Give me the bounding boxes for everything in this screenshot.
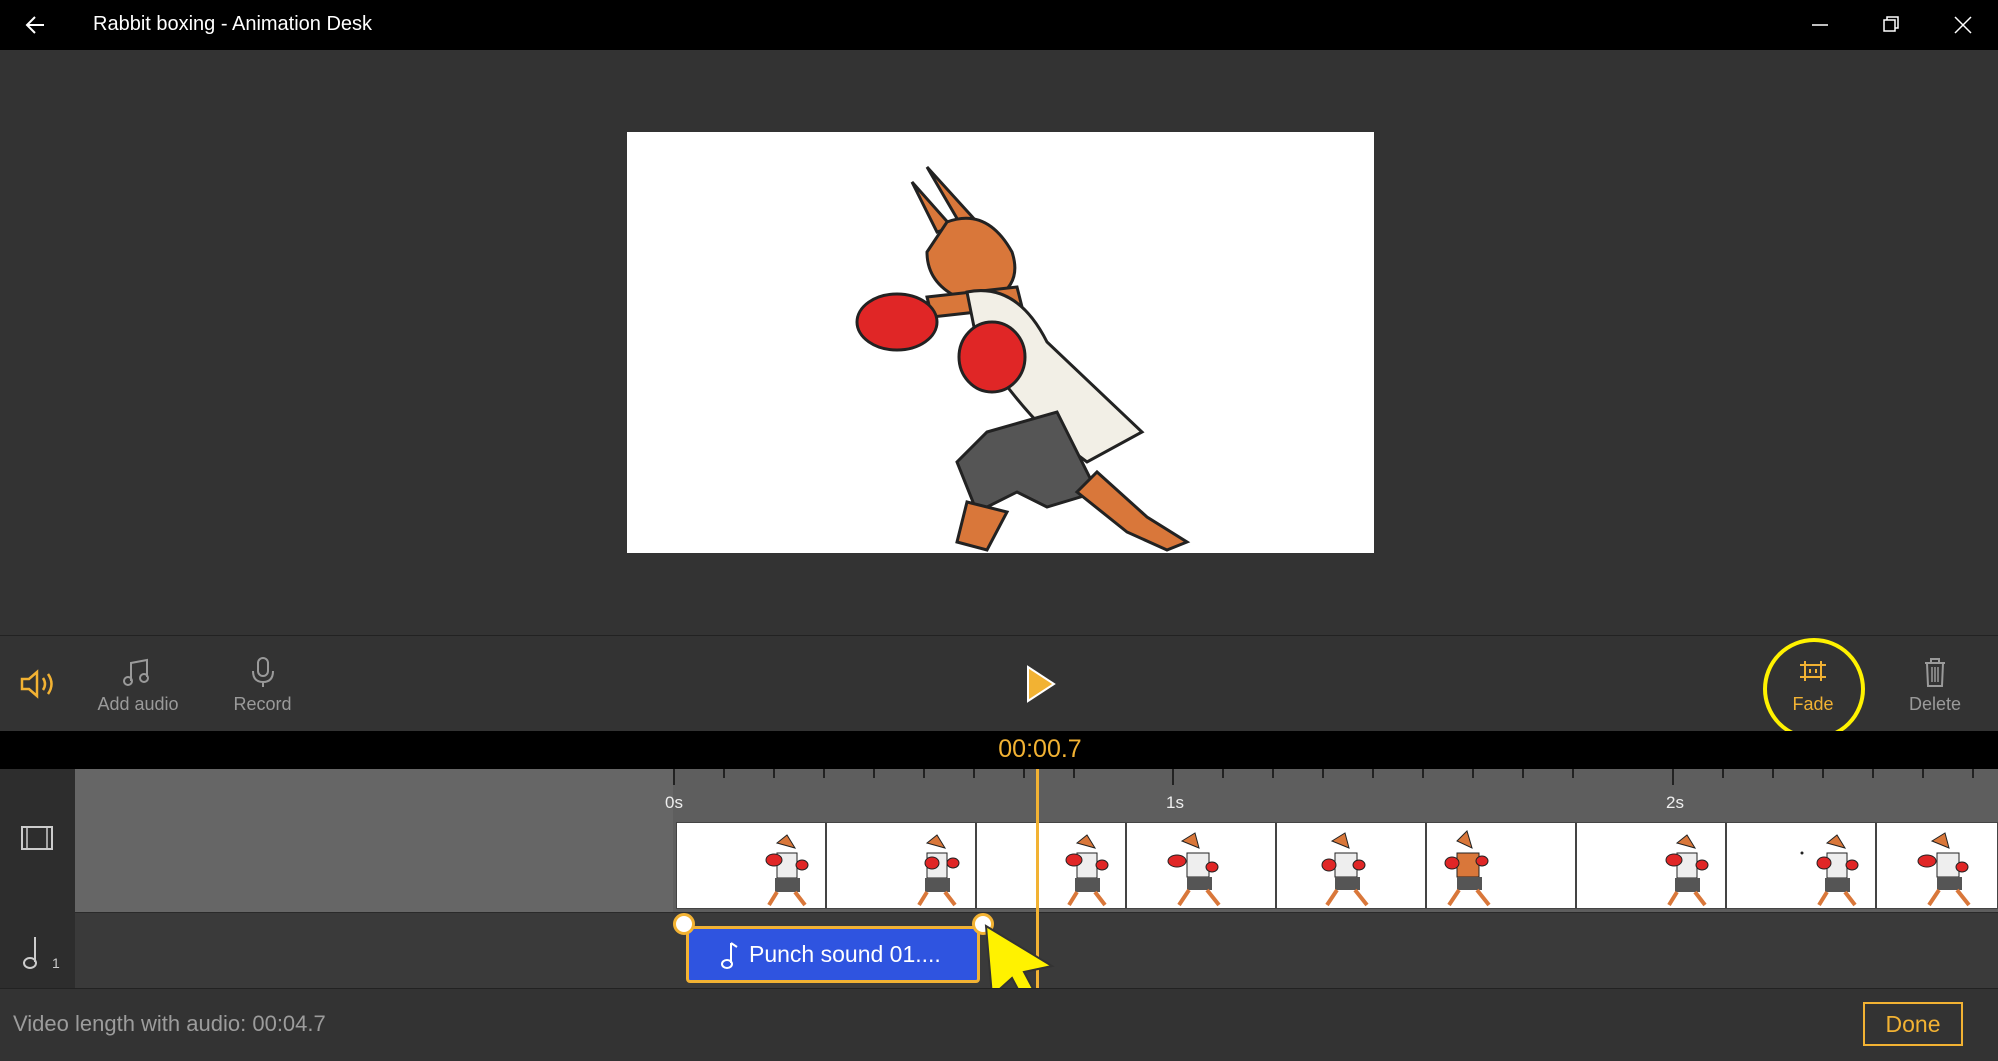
frame-thumbnail[interactable] xyxy=(1276,822,1426,909)
play-icon xyxy=(1027,665,1056,703)
frame-thumbnail[interactable] xyxy=(1876,822,1998,909)
clip-music-note-icon xyxy=(721,942,738,969)
audio-track-number: 1 xyxy=(52,955,60,971)
trash-icon xyxy=(1925,658,1945,687)
minimize-icon xyxy=(1812,24,1828,26)
audio-clip[interactable]: Punch sound 01.... xyxy=(686,926,980,983)
music-notes-icon xyxy=(123,658,149,686)
fade-highlight-circle xyxy=(1763,638,1865,740)
record-button[interactable]: Record xyxy=(220,655,305,715)
close-icon xyxy=(1954,16,1972,34)
video-length-text: Video length with audio: 00:04.7 xyxy=(13,1011,326,1037)
add-audio-label: Add audio xyxy=(97,694,179,714)
microphone-icon xyxy=(251,657,274,687)
ruler-label-0s: 0s xyxy=(665,793,683,812)
delete-button[interactable]: Delete xyxy=(1895,655,1975,715)
frame-thumbnail[interactable] xyxy=(976,822,1126,909)
video-length-value: 00:04.7 xyxy=(252,1011,326,1036)
frame-thumbnail[interactable] xyxy=(1426,822,1576,909)
pre-zero-region xyxy=(75,769,673,912)
current-timecode: 00:00.7 xyxy=(998,735,1082,763)
play-button[interactable] xyxy=(1020,663,1060,710)
audio-clip-label: Punch sound 01.... xyxy=(749,941,941,967)
restore-button[interactable] xyxy=(1856,0,1926,50)
close-button[interactable] xyxy=(1928,0,1998,50)
title-bar: Rabbit boxing - Animation Desk xyxy=(0,0,1998,50)
frame-thumbnail[interactable] xyxy=(1576,822,1726,909)
window-title: Rabbit boxing - Animation Desk xyxy=(93,13,373,35)
ruler-label-1s: 1s xyxy=(1166,793,1184,812)
video-length-label: Video length with audio: xyxy=(13,1011,247,1036)
ruler-label-2s: 2s xyxy=(1666,793,1684,812)
animation-canvas[interactable] xyxy=(627,132,1374,553)
film-strip-icon xyxy=(20,824,54,857)
frame-thumbnail[interactable] xyxy=(1726,822,1876,909)
restore-icon xyxy=(1883,16,1899,32)
delete-label: Delete xyxy=(1908,694,1962,714)
done-button[interactable]: Done xyxy=(1863,1002,1963,1046)
music-note-icon xyxy=(22,935,48,976)
clip-start-handle[interactable] xyxy=(673,913,695,935)
rabbit-boxer-illustration xyxy=(855,165,1191,552)
frame-thumbnail[interactable] xyxy=(826,822,976,909)
volume-icon[interactable] xyxy=(18,666,58,707)
frame-thumbnail[interactable] xyxy=(676,822,826,909)
frame-thumbnail[interactable] xyxy=(1126,822,1276,909)
add-audio-button[interactable]: Add audio xyxy=(93,655,183,715)
time-ruler[interactable]: 0s 1s 2s xyxy=(665,769,1998,822)
record-label: Record xyxy=(233,694,292,714)
back-arrow-icon[interactable] xyxy=(22,10,52,40)
minimize-button[interactable] xyxy=(1785,0,1855,50)
